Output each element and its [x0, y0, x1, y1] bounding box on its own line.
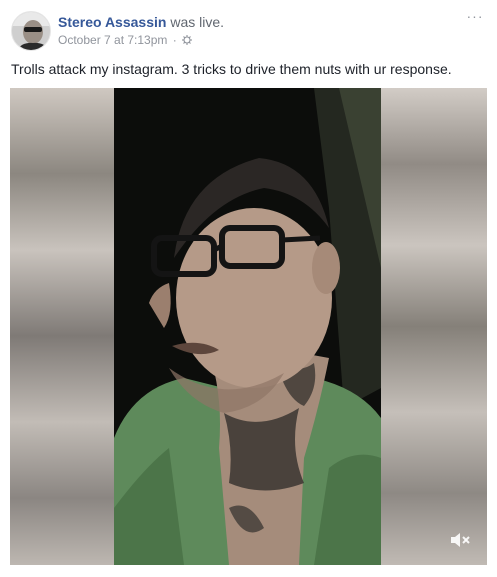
- live-video-post: Stereo Assassin was live. October 7 at 7…: [0, 0, 497, 577]
- avatar[interactable]: [11, 11, 51, 51]
- author-name-link[interactable]: Stereo Assassin: [58, 14, 166, 30]
- avatar-image: [12, 12, 50, 50]
- video-blur-left: [10, 88, 114, 565]
- video-player[interactable]: [10, 88, 487, 565]
- post-meta: Stereo Assassin was live. October 7 at 7…: [58, 13, 224, 49]
- post-title-line: Stereo Assassin was live.: [58, 13, 224, 31]
- video-blur-right: [381, 88, 487, 565]
- video-frame: [114, 88, 381, 565]
- public-globe-icon[interactable]: [182, 33, 193, 47]
- post-subline: October 7 at 7:13pm ·: [58, 32, 224, 49]
- speaker-muted-icon[interactable]: [449, 531, 471, 549]
- post-action-text: was live.: [170, 14, 225, 30]
- post-header: Stereo Assassin was live. October 7 at 7…: [11, 9, 487, 55]
- post-caption: Trolls attack my instagram. 3 tricks to …: [11, 61, 452, 77]
- timestamp-link[interactable]: October 7 at 7:13pm: [58, 33, 167, 47]
- video-still-image: [114, 88, 381, 565]
- separator-dot: ·: [172, 33, 177, 47]
- more-options-icon[interactable]: ···: [465, 9, 485, 27]
